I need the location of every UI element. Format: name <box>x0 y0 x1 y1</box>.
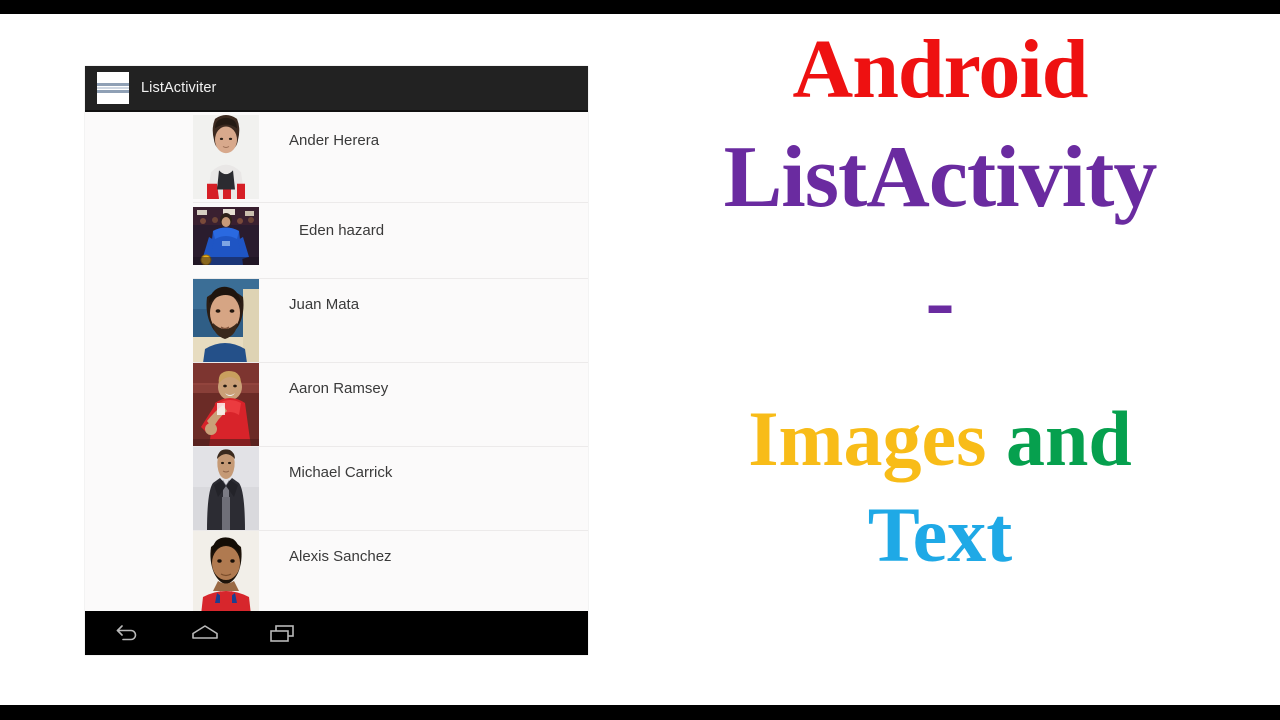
title-and: and <box>1006 395 1132 482</box>
letterbox-bottom <box>0 705 1280 720</box>
app-title: ListActiviter <box>141 80 217 96</box>
player-portrait-ander-herera <box>193 115 259 199</box>
list-item[interactable]: Ander Herera <box>85 115 588 203</box>
title-panel: Android ListActivity - Images and Text <box>600 14 1280 705</box>
list-item[interactable]: Aaron Ramsey <box>85 363 588 447</box>
back-icon[interactable] <box>111 621 143 645</box>
list-item-label: Juan Mata <box>289 296 360 313</box>
title-images: Images <box>748 395 987 482</box>
list-view[interactable]: Ander Herera Eden hazard Juan Mata Aaron… <box>85 110 588 611</box>
list-item[interactable]: Michael Carrick <box>85 447 588 531</box>
list-item-label: Aaron Ramsey <box>289 380 389 397</box>
title-android: Android <box>792 23 1089 116</box>
list-item-label: Ander Herera <box>289 132 380 149</box>
list-item-label: Alexis Sanchez <box>289 548 392 565</box>
list-item[interactable]: Juan Mata <box>85 279 588 363</box>
player-photo-michael-carrick <box>193 447 259 531</box>
list-item[interactable]: Alexis Sanchez <box>85 531 588 611</box>
player-photo-aaron-ramsey <box>193 363 259 447</box>
title-images-and: Images and <box>600 400 1280 478</box>
list-item-label: Eden hazard <box>299 222 385 239</box>
android-navigation-bar <box>85 611 588 655</box>
title-listactivity: ListActivity <box>723 129 1158 226</box>
player-photo-eden-hazard <box>193 207 259 265</box>
android-phone-screenshot: ListActiviter Ander Herera Eden hazard J… <box>85 66 588 655</box>
player-portrait-alexis-sanchez <box>193 531 259 611</box>
home-icon[interactable] <box>189 621 221 645</box>
list-item[interactable]: Eden hazard <box>85 203 588 279</box>
player-photo-juan-mata <box>193 279 259 363</box>
list-lines-icon <box>97 72 129 104</box>
list-item-label: Michael Carrick <box>289 464 393 481</box>
letterbox-top <box>0 0 1280 14</box>
title-dash: - <box>925 253 955 350</box>
action-bar: ListActiviter <box>85 66 588 112</box>
recent-apps-icon[interactable] <box>267 621 299 645</box>
title-text: Text <box>867 491 1013 578</box>
screenshot-canvas: ListActiviter Ander Herera Eden hazard J… <box>0 0 1280 720</box>
